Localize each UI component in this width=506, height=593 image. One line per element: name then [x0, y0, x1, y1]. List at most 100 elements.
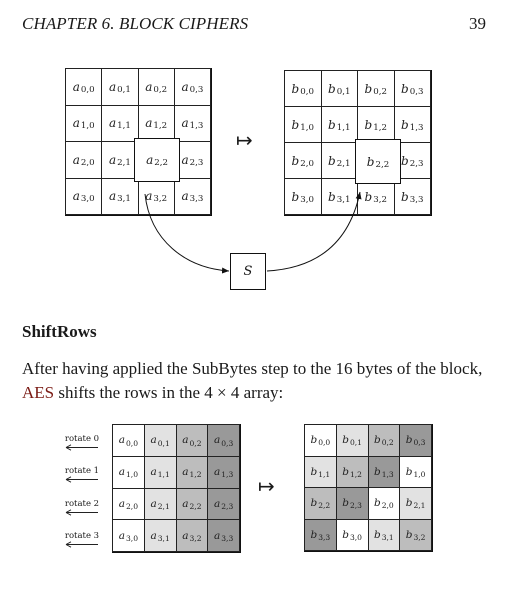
- matrix-cell: a 1,3: [173, 104, 211, 142]
- cell-subscript: 2,1: [157, 502, 170, 512]
- cell-variable: b: [342, 528, 349, 541]
- cell-subscript: 0,2: [153, 84, 168, 95]
- cell-subscript: 0,1: [349, 438, 362, 448]
- cell-variable: a: [182, 466, 189, 479]
- matrix-cell: b 1,3: [393, 106, 431, 143]
- section-title: ShiftRows: [22, 322, 97, 341]
- matrix-cell: a 2,0: [65, 141, 103, 179]
- cell-subscript: 3,0: [349, 532, 362, 542]
- matrix-cell: a 2,0: [112, 487, 145, 521]
- cell-variable: b: [401, 189, 409, 204]
- matrix-cell: a 1,0: [65, 104, 103, 142]
- matrix-cell: b 1,1: [320, 106, 358, 143]
- matrix-cell: a 0,2: [137, 68, 175, 106]
- matrix-cell: b 2,1: [320, 142, 358, 179]
- cell-variable: b: [364, 189, 373, 204]
- cell-subscript: 3,2: [413, 532, 426, 542]
- cell-variable: a: [182, 497, 189, 510]
- cell-variable: a: [181, 152, 189, 167]
- matrix-cell: b 3,3: [304, 518, 337, 551]
- cell-variable: b: [374, 528, 381, 541]
- cell-subscript: 2,0: [300, 158, 314, 169]
- cell-subscript: 1,2: [349, 469, 362, 479]
- cell-variable: a: [118, 466, 125, 479]
- cell-variable: b: [405, 528, 413, 541]
- matrix-cell: a 1,2: [137, 104, 175, 142]
- cell-subscript: 3,0: [126, 533, 139, 543]
- matrix-cell: a 2,3: [207, 487, 240, 521]
- cell-subscript: 0,1: [336, 86, 351, 97]
- cell-subscript: 0,3: [221, 438, 234, 448]
- cell-subscript: 1,2: [373, 122, 387, 133]
- cell-variable: b: [342, 497, 349, 510]
- cell-subscript: 1,3: [409, 122, 424, 133]
- rotate-label-text: rotate 3: [64, 530, 100, 541]
- cell-subscript: 3,2: [373, 194, 387, 205]
- matrix-cell: b 0,1: [335, 424, 369, 457]
- rotate-label: rotate 3: [62, 531, 102, 548]
- cell-subscript: 0,1: [117, 84, 131, 95]
- matrix-cell: b 3,2: [399, 518, 432, 551]
- cell-subscript: 0,3: [189, 84, 204, 95]
- cell-variable: a: [181, 116, 189, 131]
- matrix-cell: b2,2: [304, 487, 337, 520]
- cell-variable: a: [108, 79, 117, 94]
- cell-subscript: 0,0: [318, 438, 331, 448]
- cell-subscript: 0,1: [157, 438, 170, 448]
- cell-variable: a: [182, 434, 189, 447]
- cell-subscript: 0,0: [300, 86, 314, 97]
- cell-variable: b: [366, 154, 375, 169]
- cell-variable: b: [364, 117, 373, 132]
- cell-subscript: 2,3: [409, 158, 424, 169]
- cell-variable: a: [118, 529, 125, 542]
- cell-variable: a: [118, 497, 125, 510]
- cell-variable: b: [405, 434, 413, 447]
- matrix-cell: a 1,0: [112, 455, 145, 489]
- aes-link[interactable]: AES: [22, 383, 54, 402]
- cell-subscript: 3,3: [189, 194, 204, 205]
- matrix-cell: b 2,1: [399, 487, 432, 520]
- rotate-label: rotate 1: [62, 466, 102, 483]
- matrix-cell: a 2,1: [101, 141, 139, 179]
- matrix-cell: b 1,0: [399, 455, 432, 488]
- cell-variable: b: [342, 434, 349, 447]
- cell-subscript: 3,1: [336, 194, 351, 205]
- cell-subscript: 0,3: [413, 438, 426, 448]
- matrix-cell: a 0,1: [101, 68, 139, 106]
- rotate-label: rotate 0: [62, 434, 102, 451]
- cell-variable: b: [401, 117, 409, 132]
- cell-variable: b: [310, 528, 318, 541]
- shiftrows-output-grid: b 0,0 b 0,1 b 0,2 b 0,3 b 1,1 b 1,2 b 1,3 b 1,0 b 2,2 b 2,3…: [304, 424, 433, 552]
- cell-subscript: 3,0: [300, 194, 314, 205]
- cell-variable: b: [342, 465, 349, 478]
- matrix-cell: a 3,3: [173, 177, 211, 215]
- matrix-cell: a 0,0: [112, 424, 145, 457]
- cell-variable: b: [405, 465, 413, 478]
- cell-variable: a: [118, 434, 125, 447]
- cell-subscript: 1,1: [318, 469, 331, 479]
- cell-subscript: 1,1: [336, 122, 351, 133]
- cell-variable: a: [146, 153, 154, 167]
- matrix-cell: b 2,0: [284, 142, 322, 179]
- cell-variable: b: [291, 117, 300, 132]
- cell-variable: a: [150, 466, 157, 479]
- chapter-title: CHAPTER 6. BLOCK CIPHERS: [22, 14, 249, 33]
- matrix-cell: b 3,0: [335, 518, 369, 551]
- cell-subscript: 2,2: [318, 501, 331, 511]
- cell-subscript: 1,0: [80, 121, 95, 132]
- left-arrow-icon: [65, 444, 98, 451]
- matrix-cell: a 3,2: [175, 519, 209, 552]
- matrix-cell: b 1,2: [357, 106, 395, 143]
- cell-subscript: 0,0: [126, 438, 139, 448]
- cell-subscript: 2,0: [80, 157, 95, 168]
- shiftrows-input-grid: a 0,0 a 0,1 a 0,2 a 0,3 a 1,0 a 1,1 a 1,2 a 1,3 a 2,0 a 2,1…: [112, 424, 241, 553]
- matrix-cell: a 3,0: [65, 177, 103, 215]
- cell-subscript: 1,1: [157, 470, 170, 480]
- cell-subscript: 2,3: [349, 501, 362, 511]
- cell-subscript: 2,3: [189, 157, 204, 168]
- cell-variable: b: [310, 465, 318, 478]
- cell-subscript: 3,3: [409, 194, 424, 205]
- paragraph-text-post: shifts the rows in the 4 × 4 array:: [54, 383, 284, 402]
- body-paragraph: After having applied the SubBytes step t…: [22, 357, 492, 405]
- cell-variable: a: [108, 189, 117, 204]
